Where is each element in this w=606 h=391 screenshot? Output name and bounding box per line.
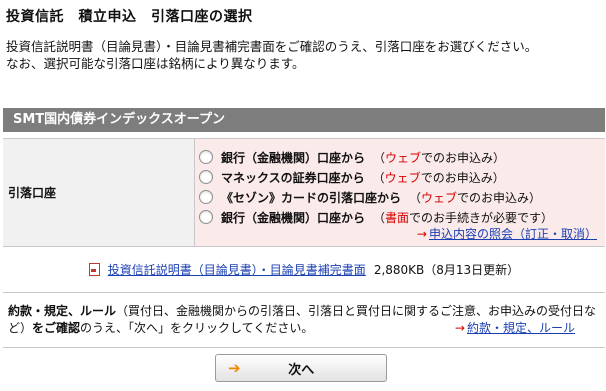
- fund-name-header: SMT国内債券インデックスオープン: [3, 108, 605, 132]
- intro-line-2: なお、選択可能な引落口座は銘柄により異なります。: [6, 56, 305, 71]
- account-option-saison-card[interactable]: 《セゾン》カードの引落口座から （ウェブ でのお申込み）: [199, 187, 605, 207]
- terms-link-wrap: → 約款・規定、ルール: [455, 320, 575, 337]
- terms-label: 約款・規定、ルール: [8, 304, 117, 318]
- order-inquiry: → 申込内容の照会（訂正・取消）: [417, 225, 597, 242]
- account-label: 引落口座: [3, 139, 195, 246]
- intro-text: 投資信託説明書（目論見書）・目論見書補完書面をご確認のうえ、引落口座をお選びくだ…: [6, 38, 602, 72]
- radio-button[interactable]: [199, 190, 213, 204]
- intro-line-1: 投資信託説明書（目論見書）・目論見書補完書面をご確認のうえ、引落口座をお選びくだ…: [6, 39, 538, 54]
- radio-button[interactable]: [199, 170, 213, 184]
- account-row: 引落口座 銀行（金融機関）口座から （ウェブ でのお申込み） マネックスの証券口座…: [3, 139, 605, 247]
- form-table: 引落口座 銀行（金融機関）口座から （ウェブ でのお申込み） マネックスの証券口座…: [3, 138, 605, 388]
- arrow-right-icon: →: [416, 227, 427, 241]
- account-option-monex-securities[interactable]: マネックスの証券口座から （ウェブ でのお申込み）: [199, 167, 605, 187]
- prospectus-link[interactable]: 投資信託説明書（目論見書）・目論見書補完書面: [108, 261, 366, 278]
- arrow-right-icon: ➔: [228, 359, 241, 377]
- terms-link[interactable]: 約款・規定、ルール: [467, 321, 575, 335]
- account-option-bank-web[interactable]: 銀行（金融機関）口座から （ウェブ でのお申込み）: [199, 147, 605, 167]
- prospectus-updated: （8月13日更新）: [424, 263, 520, 277]
- account-option-bank-paper[interactable]: 銀行（金融機関）口座から （書面 でのお手続きが必要です）: [199, 207, 605, 227]
- next-row: ➔ 次へ: [3, 348, 605, 388]
- radio-button[interactable]: [199, 150, 213, 164]
- terms-row: 約款・規定、ルール（買付日、金融機関からの引落日、引落日と買付日に関するご注意、…: [3, 293, 605, 348]
- terms-confirm: をご確認: [32, 321, 81, 335]
- page-title: 投資信託 積立申込 引落口座の選択: [6, 9, 253, 25]
- prospectus-row: 投資信託説明書（目論見書）・目論見書補完書面 2,880KB （8月13日更新）: [3, 247, 605, 293]
- account-options: 銀行（金融機関）口座から （ウェブ でのお申込み） マネックスの証券口座から （ウ…: [195, 139, 605, 246]
- next-button[interactable]: ➔ 次へ: [215, 354, 387, 382]
- next-button-label: 次へ: [288, 362, 315, 378]
- radio-button[interactable]: [199, 210, 213, 224]
- prospectus-file-size: 2,880KB: [373, 262, 425, 277]
- order-inquiry-link[interactable]: 申込内容の照会（訂正・取消）: [429, 227, 597, 241]
- pdf-icon: [88, 263, 100, 276]
- arrow-right-icon: →: [454, 321, 465, 335]
- terms-instruction: のうえ、「次へ」をクリックしてください。: [80, 321, 314, 335]
